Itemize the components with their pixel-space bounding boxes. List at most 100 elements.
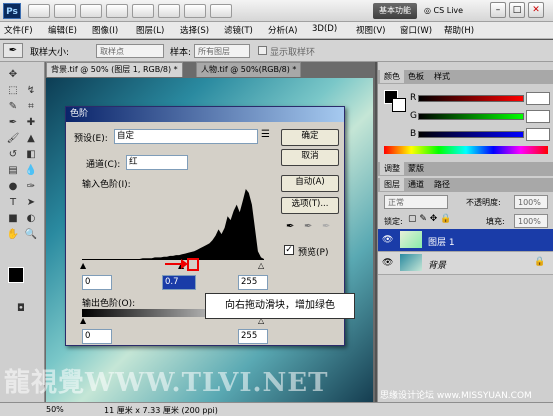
close-icon[interactable]: ✕ [528, 2, 544, 18]
menu-item-8[interactable]: 视图(V) [356, 24, 385, 36]
sample-select[interactable]: 所有图层 [194, 44, 250, 58]
preset-select[interactable]: 自定 [114, 129, 258, 144]
tab-channels[interactable]: 通道 [404, 178, 428, 191]
healing-tool-icon[interactable]: ✚ [24, 116, 38, 129]
output-black-value[interactable]: 0 [82, 329, 112, 344]
preview-checkbox[interactable]: ✓ [284, 245, 294, 255]
channel-g-value[interactable] [526, 110, 550, 123]
brush-tool-icon[interactable]: 🖌 [6, 132, 20, 145]
auto-button[interactable]: 自动(A) [281, 175, 339, 192]
opacity-input[interactable]: 100% [514, 195, 548, 209]
eyedropper-tool-icon[interactable]: ✒ [6, 116, 20, 129]
foreground-color-swatch[interactable] [8, 267, 24, 283]
layer-row-2[interactable]: 👁 背景 🔒 [378, 252, 553, 275]
gradient-tool-icon[interactable]: ▤ [6, 164, 20, 177]
zoom-level[interactable]: 50% [46, 405, 64, 414]
channel-b-value[interactable] [526, 128, 550, 141]
pen-tool-icon[interactable]: ✑ [24, 180, 38, 193]
cancel-button[interactable]: 取消 [281, 149, 339, 166]
input-mid-value[interactable]: 0.7 [162, 275, 196, 290]
menu-item-5[interactable]: 滤镜(T) [224, 24, 253, 36]
layer-row-1[interactable]: 👁 图层 1 [378, 229, 553, 252]
tab-swatches[interactable]: 色板 [404, 70, 428, 83]
type-tool-icon[interactable]: T [6, 196, 20, 209]
workspace-button[interactable]: 基本功能 [373, 3, 417, 19]
menu-item-2[interactable]: 图像(I) [92, 24, 118, 36]
lasso-tool-icon[interactable]: ↯ [24, 84, 38, 97]
eye-icon[interactable]: 👁 [382, 258, 393, 268]
eye-icon[interactable]: 👁 [382, 235, 393, 245]
arrange-docs-button[interactable] [184, 4, 206, 18]
dodge-tool-icon[interactable]: ● [6, 180, 20, 193]
move-tool-icon[interactable]: ✥ [6, 68, 20, 81]
path-select-tool-icon[interactable]: ➤ [24, 196, 38, 209]
zoom-level-button[interactable] [80, 4, 102, 18]
adjust-panel-tabs: 调整 蒙版 [378, 162, 553, 176]
menu-item-7[interactable]: 3D(D) [312, 24, 337, 34]
output-white-value[interactable]: 255 [238, 329, 268, 344]
show-ring-checkbox[interactable] [258, 46, 267, 55]
minimize-icon[interactable]: – [490, 2, 506, 18]
white-point-slider[interactable]: △ [258, 261, 264, 270]
minibridge-button[interactable] [54, 4, 76, 18]
lock-label: 锁定: [384, 217, 403, 226]
menu-item-1[interactable]: 编辑(E) [48, 24, 77, 36]
eraser-tool-icon[interactable]: ◧ [24, 148, 38, 161]
output-levels-label: 输出色阶(O): [82, 299, 136, 309]
channel-r-value[interactable] [526, 92, 550, 105]
channel-r-slider[interactable] [418, 95, 524, 102]
tab-paths[interactable]: 路径 [430, 178, 454, 191]
menu-item-6[interactable]: 分析(A) [268, 24, 297, 36]
rotate-view-button[interactable] [158, 4, 180, 18]
black-eyedropper-icon[interactable]: ✒ [286, 221, 294, 232]
crop-tool-icon[interactable]: ⌗ [24, 100, 38, 113]
tab-color[interactable]: 颜色 [380, 70, 404, 83]
quick-select-tool-icon[interactable]: ✎ [6, 100, 20, 113]
menu-item-4[interactable]: 选择(S) [180, 24, 209, 36]
channel-select[interactable]: 红 [126, 155, 188, 170]
screen-mode-button[interactable] [210, 4, 232, 18]
blur-tool-icon[interactable]: 💧 [24, 164, 38, 177]
marquee-tool-icon[interactable]: ⬚ [6, 84, 20, 97]
zoom-tool-icon[interactable]: 🔍 [24, 228, 38, 241]
tab-styles[interactable]: 样式 [430, 70, 454, 83]
channel-b-slider[interactable] [418, 131, 524, 138]
zoom-tool-button[interactable] [132, 4, 154, 18]
stamp-tool-icon[interactable]: ▲ [24, 132, 38, 145]
3d-rotate-tool-icon[interactable]: ◐ [24, 212, 38, 225]
channel-g-slider[interactable] [418, 113, 524, 120]
hand-tool-icon[interactable]: ✋ [6, 228, 20, 241]
white-eyedropper-icon[interactable]: ✒ [322, 221, 330, 232]
preset-options-icon[interactable]: ☰ [261, 129, 270, 140]
input-white-value[interactable]: 255 [238, 275, 268, 290]
tab-doc-background[interactable]: 背景.tif @ 50% (图层 1, RGB/8) * [46, 62, 183, 77]
input-black-value[interactable]: 0 [82, 275, 112, 290]
gray-eyedropper-icon[interactable]: ✒ [304, 221, 312, 232]
tab-adjustments[interactable]: 调整 [380, 162, 404, 175]
lock-icons[interactable]: ▢ ✎ ✥ 🔒 [408, 214, 451, 224]
menu-item-10[interactable]: 帮助(H) [444, 24, 474, 36]
hand-tool-button[interactable] [106, 4, 128, 18]
blend-mode-select[interactable]: 正常 [384, 195, 448, 209]
sample-size-select[interactable]: 取样点 [96, 44, 164, 58]
restore-icon[interactable]: □ [509, 2, 525, 18]
color-bg-swatch[interactable] [392, 98, 406, 112]
quick-mask-icon[interactable]: ◘ [14, 302, 28, 315]
menu-item-0[interactable]: 文件(F) [4, 24, 33, 36]
tab-doc-person[interactable]: 人物.tif @ 50%(RGB/8) * [196, 62, 302, 77]
history-brush-tool-icon[interactable]: ↺ [6, 148, 20, 161]
fill-input[interactable]: 100% [514, 214, 548, 228]
tab-masks[interactable]: 蒙版 [404, 162, 428, 175]
tab-layers[interactable]: 图层 [380, 178, 404, 191]
ok-button[interactable]: 确定 [281, 129, 339, 146]
menu-item-3[interactable]: 图层(L) [136, 24, 164, 36]
eyedropper-preset-icon[interactable]: ✒ [3, 43, 23, 58]
cslive-button[interactable]: ◎ CS Live [424, 4, 463, 18]
color-ramp[interactable] [384, 146, 548, 154]
options-button[interactable]: 选项(T)... [281, 197, 339, 214]
bridge-button[interactable] [28, 4, 50, 18]
shape-tool-icon[interactable]: ■ [6, 212, 20, 225]
menu-item-9[interactable]: 窗口(W) [400, 24, 432, 36]
black-point-slider[interactable]: ▲ [80, 261, 86, 270]
output-black-slider[interactable]: ▲ [80, 316, 86, 325]
